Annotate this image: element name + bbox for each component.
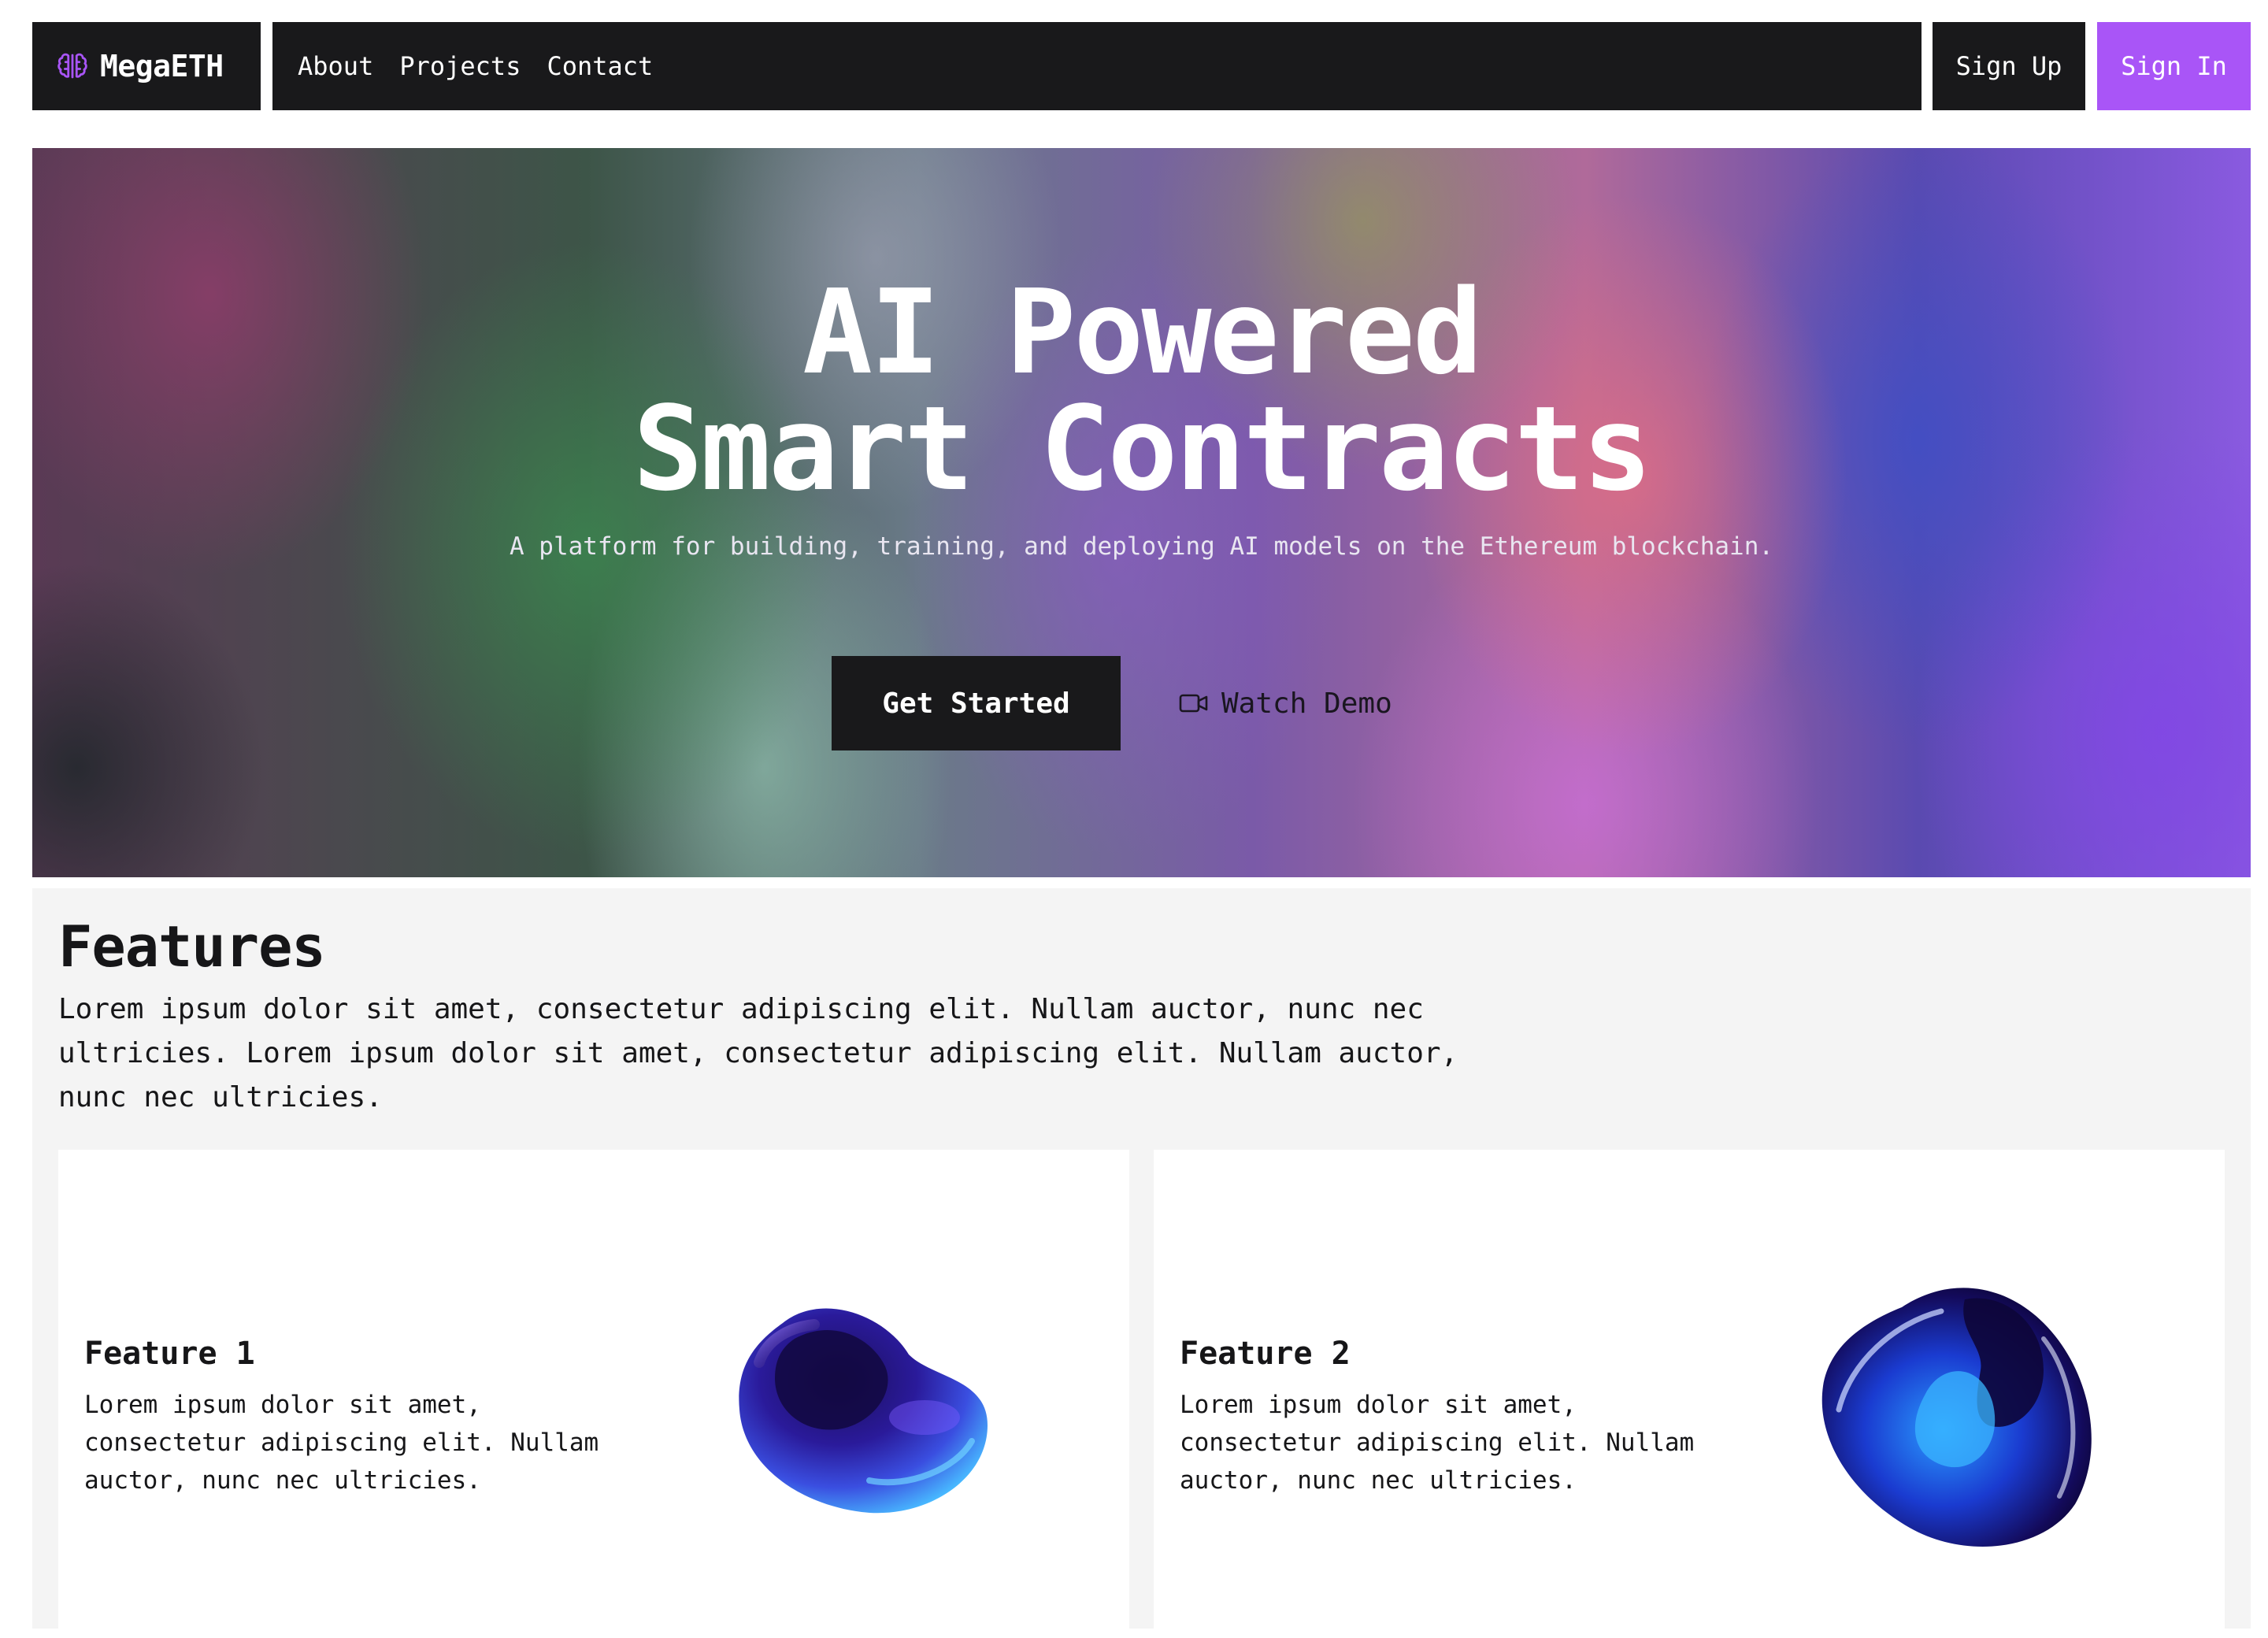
feature-2-blob-image xyxy=(1821,1288,2092,1547)
features-description: Lorem ipsum dolor sit amet, consectetur … xyxy=(58,993,1458,1114)
brand-logo[interactable]: MegaETH xyxy=(32,22,261,110)
feature-card-text: Lorem ipsum dolor sit amet, consectetur … xyxy=(84,1391,599,1495)
feature-card-text: Lorem ipsum dolor sit amet, consectetur … xyxy=(1180,1391,1695,1495)
feature-card-1: Feature 1 Lorem ipsum dolor sit amet, co… xyxy=(58,1150,1129,1638)
main-nav: About Projects Contact xyxy=(272,22,1922,110)
nav-link-projects[interactable]: Projects xyxy=(399,51,521,81)
brain-icon xyxy=(56,50,89,83)
nav-link-contact[interactable]: Contact xyxy=(547,51,653,81)
sign-up-button[interactable]: Sign Up xyxy=(1933,22,2085,110)
video-camera-icon xyxy=(1179,693,1209,713)
hero-title-line-1: AI Powered xyxy=(802,265,1483,400)
features-title: Features xyxy=(58,914,326,980)
brand-name: MegaETH xyxy=(100,49,224,83)
sign-in-button[interactable]: Sign In xyxy=(2097,22,2251,110)
feature-card-2: Feature 2 Lorem ipsum dolor sit amet, co… xyxy=(1154,1150,2225,1638)
get-started-button[interactable]: Get Started xyxy=(832,656,1121,750)
feature-1-blob-image xyxy=(739,1308,988,1514)
features-section: Features Lorem ipsum dolor sit amet, con… xyxy=(32,888,2251,1638)
watch-demo-label: Watch Demo xyxy=(1221,687,1392,720)
nav-link-about[interactable]: About xyxy=(298,51,373,81)
hero-subtitle: A platform for building, training, and d… xyxy=(509,532,1774,561)
feature-card-title: Feature 1 xyxy=(84,1336,255,1372)
feature-card-title: Feature 2 xyxy=(1180,1336,1351,1372)
hero-title-line-2: Smart Contracts xyxy=(632,381,1653,517)
watch-demo-button[interactable]: Watch Demo xyxy=(1179,656,1392,750)
hero-section: AI Powered Smart Contracts A platform fo… xyxy=(32,148,2251,877)
